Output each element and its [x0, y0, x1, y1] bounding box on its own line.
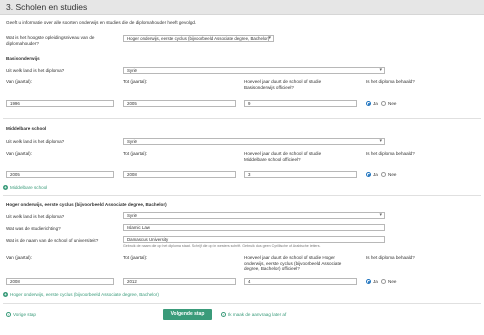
previous-step-label: Vorige stap [13, 312, 36, 317]
higher-school-hint: Gebruik de naam die op het diploma staat… [123, 244, 321, 248]
page-title: 3. Scholen en studies [6, 2, 88, 12]
higher-study-label: Wat was de studierichting? [6, 226, 61, 231]
middle-obtained-label: Is het diploma behaald? [366, 151, 415, 156]
basis-from-label: Van (jaartal): [6, 79, 32, 84]
higher-school-input[interactable]: Damascus University [123, 236, 385, 243]
middle-no-radio[interactable] [381, 172, 386, 177]
higher-no-label: Nee [388, 279, 397, 284]
middle-to-label: Tot (jaartal): [123, 151, 148, 156]
higher-to-input[interactable]: 2012 [123, 278, 236, 285]
higher-duration-input[interactable]: 4 [244, 278, 357, 285]
arrow-right-icon: › [221, 312, 226, 318]
basis-country-label: Uit welk land is het diploma? [6, 68, 65, 73]
middle-to-input[interactable]: 2008 [123, 171, 236, 178]
basis-yes-radio[interactable] [366, 101, 371, 106]
middle-heading: Middelbare school [6, 126, 47, 131]
higher-country-value: Syrië [127, 213, 138, 218]
basis-from-input[interactable]: 1996 [6, 100, 114, 107]
basis-no-radio[interactable] [381, 101, 386, 106]
basis-duration-input[interactable]: 9 [244, 100, 357, 107]
higher-study-input[interactable]: Islamic Law [123, 224, 385, 231]
middle-country-select[interactable]: Syrië [123, 138, 385, 145]
higher-no-radio[interactable] [381, 279, 386, 284]
middle-duration-input[interactable]: 3 [244, 171, 357, 178]
middle-country-value: Syrië [127, 139, 138, 144]
next-step-button[interactable]: Volgende stap [163, 309, 212, 320]
basis-duration-label: Hoeveel jaar duurt de school of studie B… [244, 79, 322, 90]
higher-yes-radio[interactable] [366, 279, 371, 284]
basis-country-select[interactable]: Syrië [123, 67, 385, 74]
finish-later-label: Ik maak de aanvraag later af [228, 312, 287, 317]
basis-obtained-label: Is het diploma behaald? [366, 79, 415, 84]
page-header: 3. Scholen en studies [0, 0, 484, 15]
add-middle-school-label: Middelbare school [10, 185, 48, 190]
add-higher-education-link[interactable]: + Hoger onderwijs, eerste cyclus (bijvoo… [3, 292, 159, 298]
plus-icon: + [3, 185, 8, 191]
higher-yes-label: Ja [373, 279, 378, 284]
intro-text: Geeft u informatie over alle soorten ond… [6, 20, 197, 25]
higher-country-label: Uit welk land is het diploma? [6, 214, 65, 219]
add-middle-school-link[interactable]: + Middelbare school [3, 185, 47, 191]
higher-obtained-label: Is het diploma behaald? [366, 255, 415, 260]
arrow-left-icon: ‹ [6, 312, 11, 318]
higher-heading: Hoger onderwijs, eerste cyclus (bijvoorb… [6, 202, 167, 207]
higher-from-input[interactable]: 2008 [6, 278, 114, 285]
previous-step-link[interactable]: ‹ Vorige stap [6, 312, 36, 318]
basis-country-value: Syrië [127, 68, 138, 73]
middle-from-label: Van (jaartal): [6, 151, 32, 156]
middle-country-label: Uit welk land is het diploma? [6, 139, 65, 144]
finish-later-link[interactable]: › Ik maak de aanvraag later af [221, 312, 286, 318]
basis-to-label: Tot (jaartal): [123, 79, 148, 84]
higher-to-label: Tot (jaartal): [123, 255, 148, 260]
middle-no-label: Nee [388, 172, 397, 177]
add-higher-education-label: Hoger onderwijs, eerste cyclus (bijvoorb… [10, 292, 159, 297]
basis-heading: Basisonderwijs [6, 56, 40, 61]
plus-icon: + [3, 292, 8, 298]
middle-from-input[interactable]: 2005 [6, 171, 114, 178]
highest-level-label: Wat is het hoogste opleidingsniveau van … [6, 35, 95, 46]
higher-school-label: Wat is de naam van de school of universi… [6, 238, 99, 243]
basis-yes-label: Ja [373, 101, 378, 106]
middle-yes-radio[interactable] [366, 172, 371, 177]
basis-to-input[interactable]: 2005 [123, 100, 236, 107]
higher-duration-label: Hoeveel jaar duurt de school of studie H… [244, 255, 342, 271]
higher-from-label: Van (jaartal): [6, 255, 32, 260]
divider [3, 195, 481, 196]
highest-level-select[interactable]: Hoger onderwijs, eerste cyclus (bijvoorb… [123, 35, 274, 42]
divider [3, 303, 481, 304]
higher-country-select[interactable]: Syrië [123, 212, 385, 219]
highest-level-value: Hoger onderwijs, eerste cyclus (bijvoorb… [127, 36, 270, 41]
middle-duration-label: Hoeveel jaar duurt de school of studie M… [244, 151, 322, 162]
middle-yes-label: Ja [373, 172, 378, 177]
basis-no-label: Nee [388, 101, 397, 106]
divider [3, 118, 481, 119]
